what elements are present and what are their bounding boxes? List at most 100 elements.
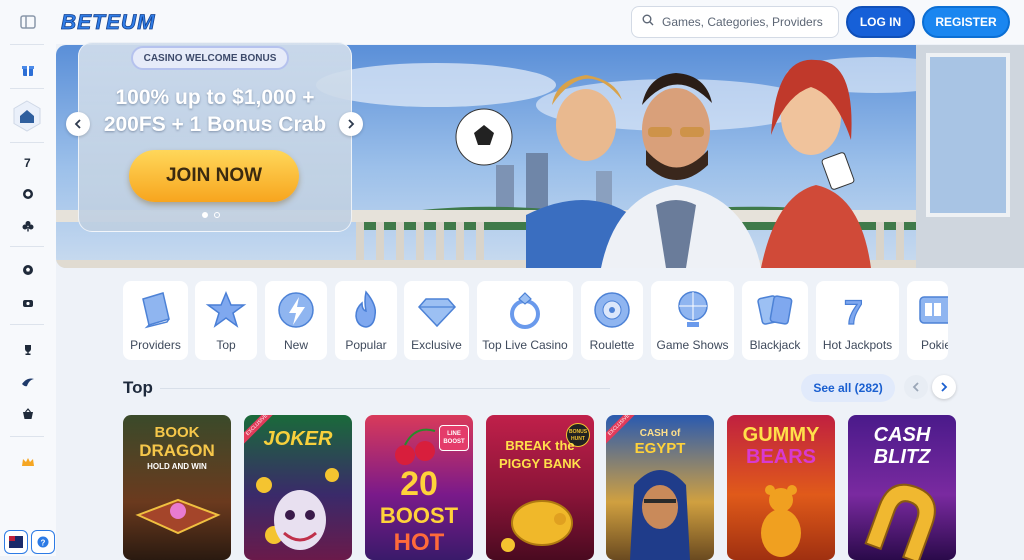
slide-dot-active[interactable] [202, 212, 208, 218]
section-divider [160, 388, 610, 389]
category-game-shows[interactable]: Game Shows [651, 281, 734, 360]
chevron-right-icon [941, 382, 948, 392]
chip-icon[interactable] [16, 182, 40, 206]
welcome-bonus-tag: CASINO WELCOME BONUS [131, 46, 289, 70]
flag-icon [9, 536, 23, 548]
basket-icon[interactable] [16, 402, 40, 426]
game-title: BLITZ [873, 446, 931, 468]
flame-icon [355, 290, 377, 328]
register-button[interactable]: REGISTER [922, 6, 1010, 38]
chevron-right-icon [348, 119, 355, 129]
game-card-cash-of-egypt[interactable]: EXCLUSIVE CASH of EGYPT [606, 415, 714, 560]
slot-icon [919, 296, 948, 324]
category-label: Blackjack [749, 338, 801, 352]
game-subtitle: HOT [393, 529, 445, 556]
game-title: GUMMY [742, 424, 820, 446]
language-button[interactable] [4, 530, 28, 554]
search-box[interactable] [631, 6, 839, 38]
game-title: BOOK [154, 424, 200, 441]
category-label: Top Live Casino [482, 338, 568, 352]
roulette-icon [594, 292, 630, 328]
sidebar-divider [10, 324, 44, 325]
game-card-20-boost-hot[interactable]: LINE BOOST 20 BOOST HOT [365, 415, 473, 560]
login-button[interactable]: LOG IN [846, 6, 915, 38]
swoosh-icon[interactable] [16, 370, 40, 394]
help-button[interactable]: ? [31, 530, 55, 554]
book-icon [141, 292, 170, 329]
game-card-book-of-dragon[interactable]: BOOK DRAGON HOLD AND WIN [123, 415, 231, 560]
game-title: BOOST [379, 503, 459, 528]
category-pokie[interactable]: Pokie [907, 281, 948, 360]
section-title: Top [123, 378, 153, 397]
panel-toggle-icon[interactable] [16, 10, 40, 34]
trophy-icon[interactable] [16, 338, 40, 362]
sidebar-divider [10, 88, 44, 89]
game-title: JOKER [263, 428, 333, 450]
game-subtitle: HOLD AND WIN [147, 462, 207, 471]
game-title: DRAGON [139, 441, 215, 460]
category-label: Exclusive [411, 338, 462, 352]
banner-next-button[interactable] [339, 112, 363, 136]
category-top[interactable]: Top [195, 281, 257, 360]
ring-icon [510, 292, 540, 329]
crown-icon[interactable] [16, 450, 40, 474]
game-title: CASH of [639, 428, 681, 439]
game-title: BEARS [745, 446, 816, 468]
category-roulette[interactable]: Roulette [581, 281, 643, 360]
game-card-gummy-bears[interactable]: GUMMY BEARS [727, 415, 835, 560]
category-popular[interactable]: Popular [335, 281, 397, 360]
game-title: PIGGY BANK [498, 456, 582, 471]
sidebar-divider [10, 246, 44, 247]
category-label: Top [216, 338, 236, 352]
category-hot-jackpots[interactable]: 7 Hot Jackpots [816, 281, 899, 360]
video-icon[interactable] [16, 291, 40, 315]
sidebar: 7 [0, 0, 56, 556]
search-icon [642, 13, 654, 31]
see-all-button[interactable]: See all (282) [801, 374, 895, 402]
category-providers[interactable]: Providers [123, 281, 188, 360]
star-icon [205, 291, 247, 328]
club-icon[interactable] [16, 214, 40, 238]
game-card-joker[interactable]: JOKER EXCLUSIVE [244, 415, 352, 560]
gift-icon[interactable] [16, 58, 40, 82]
bonus-headline: 100% up to $1,000 + 200FS + 1 Bonus Crab [82, 84, 348, 138]
category-blackjack[interactable]: Blackjack [742, 281, 808, 360]
bonus-headline-line1: 100% up to $1,000 + [115, 86, 315, 109]
chevron-left-icon [74, 119, 81, 129]
category-new[interactable]: New [265, 281, 327, 360]
svg-text:7: 7 [24, 156, 31, 168]
game-title: CASH [873, 424, 931, 446]
category-label: Game Shows [656, 338, 729, 352]
game-title: BREAK the [505, 438, 575, 453]
join-now-button[interactable]: JOIN NOW [129, 150, 299, 202]
home-icon[interactable] [12, 100, 42, 132]
banner-prev-button[interactable] [66, 112, 90, 136]
carousel-next-button[interactable] [932, 375, 956, 399]
category-top-live-casino[interactable]: Top Live Casino [477, 281, 573, 360]
search-input[interactable] [662, 15, 832, 29]
question-icon: ? [37, 536, 49, 548]
slide-dot[interactable] [214, 212, 220, 218]
game-title: 20 [400, 465, 438, 503]
lightning-icon [278, 292, 314, 328]
sidebar-divider [10, 436, 44, 437]
line-boost-badge: LINE BOOST [439, 425, 469, 451]
brand-logo[interactable]: BETEUM [60, 10, 188, 34]
seven-icon[interactable]: 7 [16, 150, 40, 174]
seven-icon: 7 [843, 293, 863, 331]
carousel-prev-button[interactable] [904, 375, 928, 399]
sidebar-divider [10, 44, 44, 45]
category-exclusive[interactable]: Exclusive [404, 281, 469, 360]
category-label: Providers [130, 338, 181, 352]
game-card-cash-blitz[interactable]: CASH BLITZ [848, 415, 956, 560]
game-card-break-the-piggy-bank[interactable]: BONUS HUNT BREAK the PIGGY BANK [486, 415, 594, 560]
category-label: New [283, 338, 308, 352]
soccer-icon[interactable] [16, 258, 40, 282]
category-label: Pokie [921, 338, 948, 352]
wheel-icon [677, 291, 708, 327]
category-label: Hot Jackpots [822, 338, 893, 352]
diamond-icon [417, 298, 456, 328]
sidebar-divider [10, 142, 44, 143]
slide-indicator [202, 212, 220, 218]
bonus-headline-line2: 200FS + 1 Bonus Crab [103, 113, 327, 136]
